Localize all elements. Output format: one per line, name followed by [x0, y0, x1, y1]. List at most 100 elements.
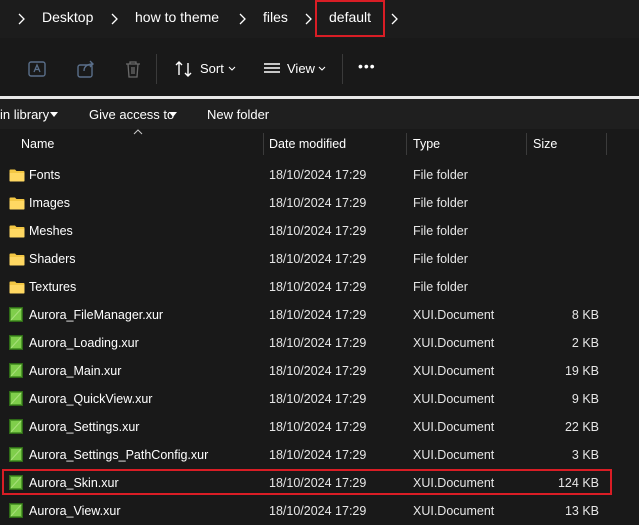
chevron-down-icon: [228, 66, 236, 71]
xur-file-icon: [9, 419, 23, 434]
file-date-modified: 18/10/2024 17:29: [269, 168, 367, 182]
file-date-modified: 18/10/2024 17:29: [269, 504, 367, 518]
file-type: File folder: [413, 224, 468, 238]
toolbar-separator: [342, 54, 343, 84]
xur-file-icon: [9, 307, 23, 322]
file-date-modified: 18/10/2024 17:29: [269, 196, 367, 210]
file-type: XUI.Document: [413, 308, 495, 322]
column-header-name[interactable]: Name: [21, 137, 54, 151]
sort-button[interactable]: Sort: [200, 61, 224, 76]
dropdown-arrow-icon: [169, 112, 177, 117]
file-date-modified: 18/10/2024 17:29: [269, 336, 367, 350]
file-type: File folder: [413, 280, 468, 294]
include-in-library-button[interactable]: in library: [0, 107, 49, 122]
file-type: File folder: [413, 252, 468, 266]
column-divider[interactable]: [526, 133, 527, 155]
file-type: File folder: [413, 168, 468, 182]
file-row[interactable]: Aurora_View.xur 18/10/2024 17:29 XUI.Docum…: [0, 497, 639, 525]
xur-file-icon: [9, 335, 23, 350]
xur-file-icon: [9, 447, 23, 462]
breadcrumb-desktop[interactable]: Desktop: [42, 9, 93, 25]
column-header-date[interactable]: Date modified: [269, 137, 346, 151]
chevron-right-icon[interactable]: [302, 11, 314, 27]
file-size: 8 KB: [571, 308, 599, 322]
file-date-modified: 18/10/2024 17:29: [269, 364, 367, 378]
file-name[interactable]: Aurora_Settings.xur: [29, 420, 139, 434]
folder-icon: [9, 169, 25, 182]
file-name[interactable]: Aurora_Main.xur: [29, 364, 121, 378]
file-row[interactable]: Meshes 18/10/2024 17:29 File folder: [0, 217, 639, 245]
file-date-modified: 18/10/2024 17:29: [269, 224, 367, 238]
file-row[interactable]: Aurora_QuickView.xur 18/10/2024 17:29 XUI.…: [0, 385, 639, 413]
file-row[interactable]: Aurora_Main.xur 18/10/2024 17:29 XUI.Docum…: [0, 357, 639, 385]
chevron-right-icon[interactable]: [236, 11, 248, 27]
file-row[interactable]: Fonts 18/10/2024 17:29 File folder: [0, 161, 639, 189]
file-date-modified: 18/10/2024 17:29: [269, 448, 367, 462]
chevron-right-icon[interactable]: [15, 11, 27, 27]
view-button[interactable]: View: [287, 61, 315, 76]
file-row[interactable]: Textures 18/10/2024 17:29 File folder: [0, 273, 639, 301]
file-row[interactable]: Aurora_Settings_PathConfig.xur 18/10/2024…: [0, 441, 639, 469]
file-name[interactable]: Images: [29, 196, 70, 210]
folder-icon: [9, 197, 25, 210]
file-size: 19 KB: [564, 364, 599, 378]
more-options-button[interactable]: •••: [358, 58, 376, 74]
view-icon: [264, 63, 280, 73]
xur-file-icon: [9, 363, 23, 378]
delete-icon[interactable]: [122, 58, 144, 80]
file-type: XUI.Document: [413, 504, 495, 518]
xur-file-icon: [9, 503, 23, 518]
column-header-type[interactable]: Type: [413, 137, 440, 151]
file-type: XUI.Document: [413, 420, 495, 434]
file-type: XUI.Document: [413, 448, 495, 462]
new-folder-button[interactable]: New folder: [207, 107, 269, 122]
legacy-ribbon: in library Give access to New folder: [0, 99, 639, 129]
column-divider[interactable]: [263, 133, 264, 155]
file-type: File folder: [413, 196, 468, 210]
chevron-down-icon: [318, 66, 326, 71]
folder-icon: [9, 225, 25, 238]
rename-icon[interactable]: [26, 58, 48, 80]
chevron-right-icon[interactable]: [108, 11, 120, 27]
give-access-button[interactable]: Give access to: [89, 107, 174, 122]
sort-ascending-icon: [133, 129, 143, 135]
column-header-size[interactable]: Size: [533, 137, 557, 151]
breadcrumb-files[interactable]: files: [263, 9, 288, 25]
selected-row-highlight-box: [2, 469, 612, 495]
file-name[interactable]: Aurora_Loading.xur: [29, 336, 139, 350]
file-name[interactable]: Aurora_View.xur: [29, 504, 121, 518]
file-date-modified: 18/10/2024 17:29: [269, 420, 367, 434]
folder-icon: [9, 281, 25, 294]
xur-file-icon: [9, 391, 23, 406]
file-row[interactable]: Aurora_Settings.xur 18/10/2024 17:29 XUI.D…: [0, 413, 639, 441]
file-name[interactable]: Shaders: [29, 252, 76, 266]
file-name[interactable]: Textures: [29, 280, 76, 294]
chevron-right-icon[interactable]: [388, 11, 400, 27]
toolbar-separator: [156, 54, 157, 84]
address-bar: Desktop how to theme files default: [0, 0, 639, 38]
column-divider[interactable]: [606, 133, 607, 155]
file-date-modified: 18/10/2024 17:29: [269, 392, 367, 406]
file-name[interactable]: Aurora_QuickView.xur: [29, 392, 152, 406]
file-size: 9 KB: [571, 392, 599, 406]
sort-icon: [175, 61, 192, 77]
file-name[interactable]: Fonts: [29, 168, 60, 182]
breadcrumb-how-to-theme[interactable]: how to theme: [135, 9, 219, 25]
file-name[interactable]: Aurora_FileManager.xur: [29, 308, 163, 322]
file-row[interactable]: Aurora_FileManager.xur 18/10/2024 17:29 XU…: [0, 301, 639, 329]
breadcrumb-highlight-box: [315, 0, 385, 37]
column-divider[interactable]: [406, 133, 407, 155]
file-row[interactable]: Images 18/10/2024 17:29 File folder: [0, 189, 639, 217]
file-size: 22 KB: [564, 420, 599, 434]
file-date-modified: 18/10/2024 17:29: [269, 252, 367, 266]
share-icon[interactable]: [75, 58, 97, 80]
file-type: XUI.Document: [413, 392, 495, 406]
file-size: 13 KB: [564, 504, 599, 518]
file-name[interactable]: Meshes: [29, 224, 73, 238]
file-date-modified: 18/10/2024 17:29: [269, 280, 367, 294]
file-row[interactable]: Shaders 18/10/2024 17:29 File folder: [0, 245, 639, 273]
file-type: XUI.Document: [413, 364, 495, 378]
file-name[interactable]: Aurora_Settings_PathConfig.xur: [29, 448, 208, 462]
file-row[interactable]: Aurora_Loading.xur 18/10/2024 17:29 XUI.Do…: [0, 329, 639, 357]
file-size: 3 KB: [571, 448, 599, 462]
